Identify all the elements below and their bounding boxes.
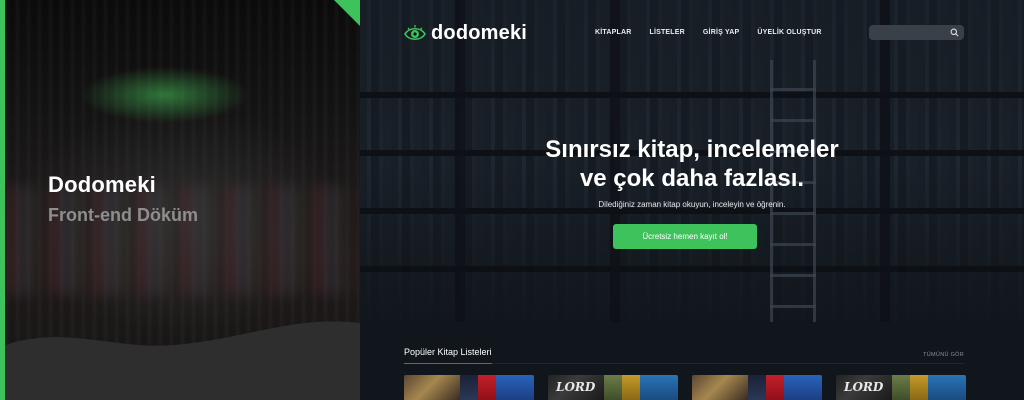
blurred-books xyxy=(5,185,360,295)
book-cover: LORD xyxy=(836,375,892,400)
site-logo[interactable]: dodomeki xyxy=(404,22,527,45)
nav-login[interactable]: GİRİŞ YAP xyxy=(703,29,739,36)
book-cover xyxy=(748,375,766,400)
accent-corner xyxy=(334,0,360,26)
hero-title: Sınırsız kitap, incelemeler ve çok daha … xyxy=(360,135,1024,193)
book-cover xyxy=(692,375,748,400)
book-cover xyxy=(404,375,460,400)
nav-books[interactable]: KİTAPLAR xyxy=(595,29,631,36)
book-cover: LORD xyxy=(548,375,604,400)
book-cover xyxy=(604,375,622,400)
book-cover-title: LORD xyxy=(844,380,884,394)
signup-cta-button[interactable]: Ücretsiz hemen kayıt ol! xyxy=(613,224,757,249)
hero-title-line-2: ve çok daha fazlası. xyxy=(579,165,805,192)
book-cover-title: LORD xyxy=(556,380,596,394)
promo-panel: Dodomeki Front-end Döküm xyxy=(0,0,360,400)
book-cover xyxy=(928,375,966,400)
nav-lists[interactable]: LİSTELER xyxy=(649,29,684,36)
book-cover xyxy=(478,375,496,400)
logo-text: dodomeki xyxy=(431,22,528,44)
wave-decoration xyxy=(5,321,360,400)
promo-title: Dodomeki xyxy=(48,172,156,197)
book-cover xyxy=(640,375,678,400)
book-cover xyxy=(910,375,928,400)
book-cover xyxy=(622,375,640,400)
nav-signup[interactable]: ÜYELİK OLUŞTUR xyxy=(757,29,821,36)
book-cover xyxy=(784,375,822,400)
section-title-underline xyxy=(404,363,492,364)
promo-subtitle: Front-end Döküm xyxy=(48,205,198,225)
book-list-card[interactable]: LORD xyxy=(548,375,678,400)
book-list-card[interactable] xyxy=(404,375,534,400)
search-icon[interactable] xyxy=(950,28,959,37)
book-cover xyxy=(766,375,784,400)
book-list-cards: LORD LORD xyxy=(404,375,980,400)
book-list-card[interactable] xyxy=(692,375,822,400)
top-navigation: dodomeki KİTAPLAR LİSTELER GİRİŞ YAP ÜYE… xyxy=(360,0,1024,64)
hero-title-line-1: Sınırsız kitap, incelemeler xyxy=(545,136,839,163)
section-divider xyxy=(492,363,964,364)
section-title: Popüler Kitap Listeleri xyxy=(404,347,492,357)
book-list-card[interactable]: LORD xyxy=(836,375,966,400)
website-preview: dodomeki KİTAPLAR LİSTELER GİRİŞ YAP ÜYE… xyxy=(360,0,1024,400)
popular-lists-section: Popüler Kitap Listeleri TÜMÜNÜ GÖR LORD xyxy=(360,322,1024,400)
hero-subtitle: Dilediğiniz zaman kitap okuyun, inceleyi… xyxy=(598,200,786,209)
search-box xyxy=(869,25,964,42)
see-all-link[interactable]: TÜMÜNÜ GÖR xyxy=(923,352,964,358)
eye-icon xyxy=(404,24,426,40)
book-cover xyxy=(460,375,478,400)
search-input[interactable] xyxy=(875,25,949,42)
book-cover xyxy=(892,375,910,400)
hero-section: dodomeki KİTAPLAR LİSTELER GİRİŞ YAP ÜYE… xyxy=(360,0,1024,322)
book-cover xyxy=(496,375,534,400)
main-menu: KİTAPLAR LİSTELER GİRİŞ YAP ÜYELİK OLUŞT… xyxy=(595,29,840,36)
